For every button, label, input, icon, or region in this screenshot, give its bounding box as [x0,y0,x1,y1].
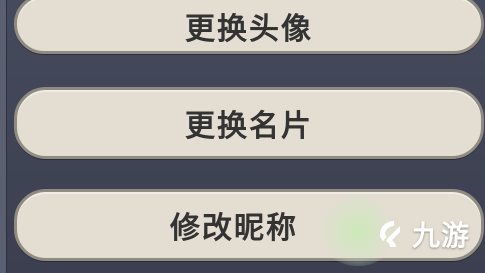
watermark-text: 九游 [412,219,471,252]
change-avatar-label: 更换头像 [185,12,313,47]
panel-edge [0,0,7,273]
change-avatar-button[interactable]: 更换头像 [14,0,484,54]
jiuyou-logo-icon [380,221,400,247]
change-card-label: 更换名片 [185,109,313,144]
jiuyou-watermark: 九游 [372,214,470,254]
change-nickname-label: 修改昵称 [170,211,298,246]
change-card-button[interactable]: 更换名片 [14,87,484,159]
